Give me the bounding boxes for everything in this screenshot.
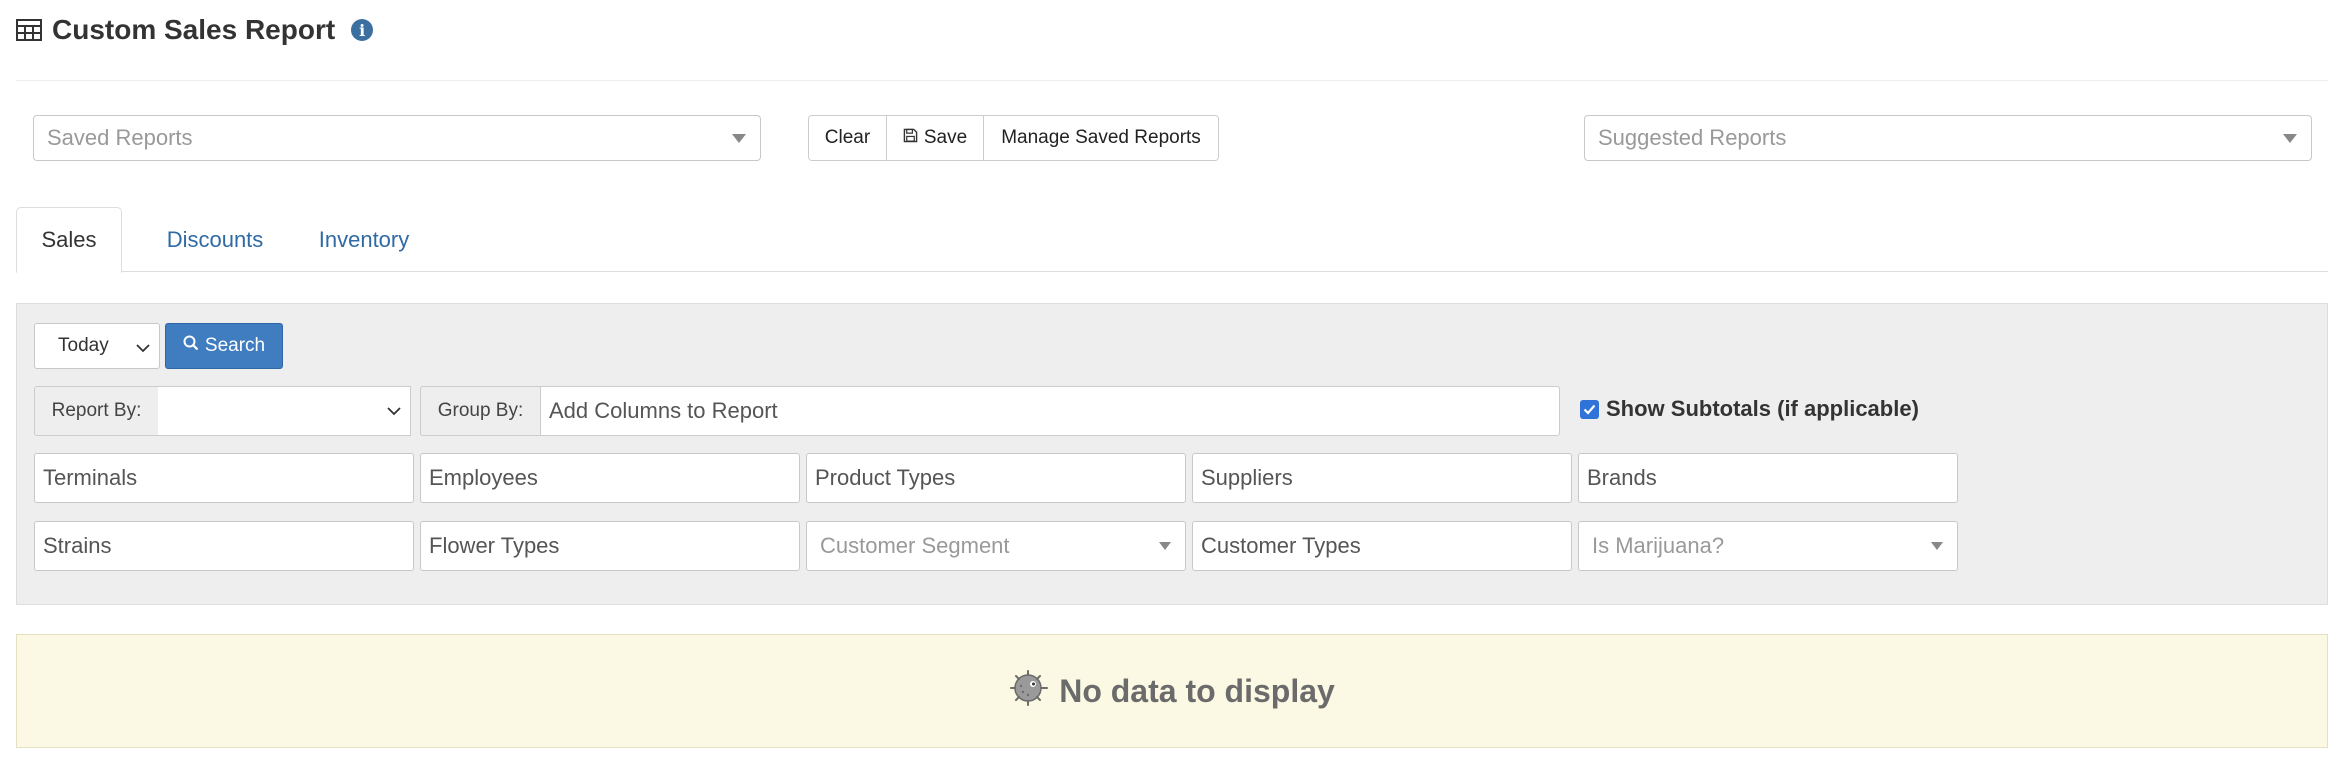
customer-types-filter[interactable]: Customer Types [1192, 521, 1572, 571]
table-icon [16, 19, 42, 41]
search-button-label: Search [204, 335, 266, 356]
customer-segment-select[interactable]: Customer Segment [806, 521, 1186, 571]
manage-button-label: Manage Saved Reports [1001, 127, 1201, 148]
report-by-label-text: Report By: [51, 400, 142, 421]
report-by-select[interactable] [158, 386, 411, 436]
tab-label: Sales [41, 227, 97, 252]
group-by-label-text: Group By: [437, 400, 524, 421]
suppliers-filter[interactable]: Suppliers [1192, 453, 1572, 503]
field-text: Brands [1587, 465, 1657, 490]
show-subtotals-checkbox[interactable]: Show Subtotals (if applicable) [1580, 396, 1919, 422]
group-by-placeholder: Add Columns to Report [549, 398, 778, 423]
terminals-filter[interactable]: Terminals [34, 453, 414, 503]
pufferfish-icon [1009, 668, 1049, 714]
page-header: Custom Sales Report i [16, 12, 374, 48]
page-title: Custom Sales Report [52, 14, 336, 45]
report-actions: Clear Save Manage Saved Reports [808, 115, 1219, 161]
caret-down-icon [732, 134, 746, 143]
tab-label: Discounts [166, 226, 264, 252]
is-marijuana-select[interactable]: Is Marijuana? [1578, 521, 1958, 571]
caret-down-icon [1931, 542, 1943, 550]
filter-panel: Today Search Report By: Group By: Add Co… [16, 303, 2328, 605]
period-select[interactable]: Today [34, 323, 160, 369]
caret-down-icon [2283, 134, 2297, 143]
chevron-down-icon [386, 404, 402, 423]
report-by-label: Report By: [34, 386, 159, 436]
group-by-label: Group By: [420, 386, 541, 436]
field-text: Customer Types [1201, 533, 1361, 558]
field-text: Customer Segment [820, 533, 1010, 558]
group-by-input[interactable]: Add Columns to Report [540, 386, 1560, 436]
show-subtotals-label: Show Subtotals (if applicable) [1606, 396, 1919, 421]
tab-sales[interactable]: Sales [16, 207, 122, 273]
manage-saved-reports-button[interactable]: Manage Saved Reports [984, 116, 1218, 160]
field-text: Is Marijuana? [1592, 533, 1725, 558]
suggested-reports-placeholder: Suggested Reports [1598, 125, 1787, 150]
no-data-text: No data to display [1059, 672, 1335, 709]
save-button[interactable]: Save [887, 116, 984, 160]
strains-filter[interactable]: Strains [34, 521, 414, 571]
header-divider [16, 80, 2328, 81]
brands-filter[interactable]: Brands [1578, 453, 1958, 503]
caret-down-icon [1159, 542, 1171, 550]
product-types-filter[interactable]: Product Types [806, 453, 1186, 503]
field-text: Flower Types [429, 533, 560, 558]
report-tabs: Sales Discounts Inventory [16, 207, 2328, 273]
info-icon[interactable]: i [351, 19, 374, 41]
checkbox-checked-icon [1580, 399, 1599, 419]
clear-button-label: Clear [824, 127, 871, 148]
no-data-message: No data to display [16, 634, 2328, 748]
chevron-down-icon [135, 339, 151, 361]
field-text: Strains [43, 533, 112, 558]
save-button-label: Save [923, 127, 968, 148]
flower-types-filter[interactable]: Flower Types [420, 521, 800, 571]
field-text: Employees [429, 465, 538, 490]
clear-button[interactable]: Clear [809, 116, 887, 160]
tab-label: Inventory [318, 226, 410, 252]
search-icon [183, 335, 199, 357]
saved-reports-select[interactable]: Saved Reports [33, 115, 761, 161]
field-text: Terminals [43, 465, 138, 490]
field-text: Product Types [815, 465, 956, 490]
saved-reports-placeholder: Saved Reports [47, 125, 193, 150]
floppy-disk-icon [903, 127, 918, 149]
tab-discounts[interactable]: Discounts [130, 207, 300, 272]
period-value: Today [58, 335, 109, 356]
tab-inventory[interactable]: Inventory [297, 207, 431, 272]
employees-filter[interactable]: Employees [420, 453, 800, 503]
field-text: Suppliers [1201, 465, 1293, 490]
search-button[interactable]: Search [165, 323, 283, 369]
suggested-reports-select[interactable]: Suggested Reports [1584, 115, 2312, 161]
